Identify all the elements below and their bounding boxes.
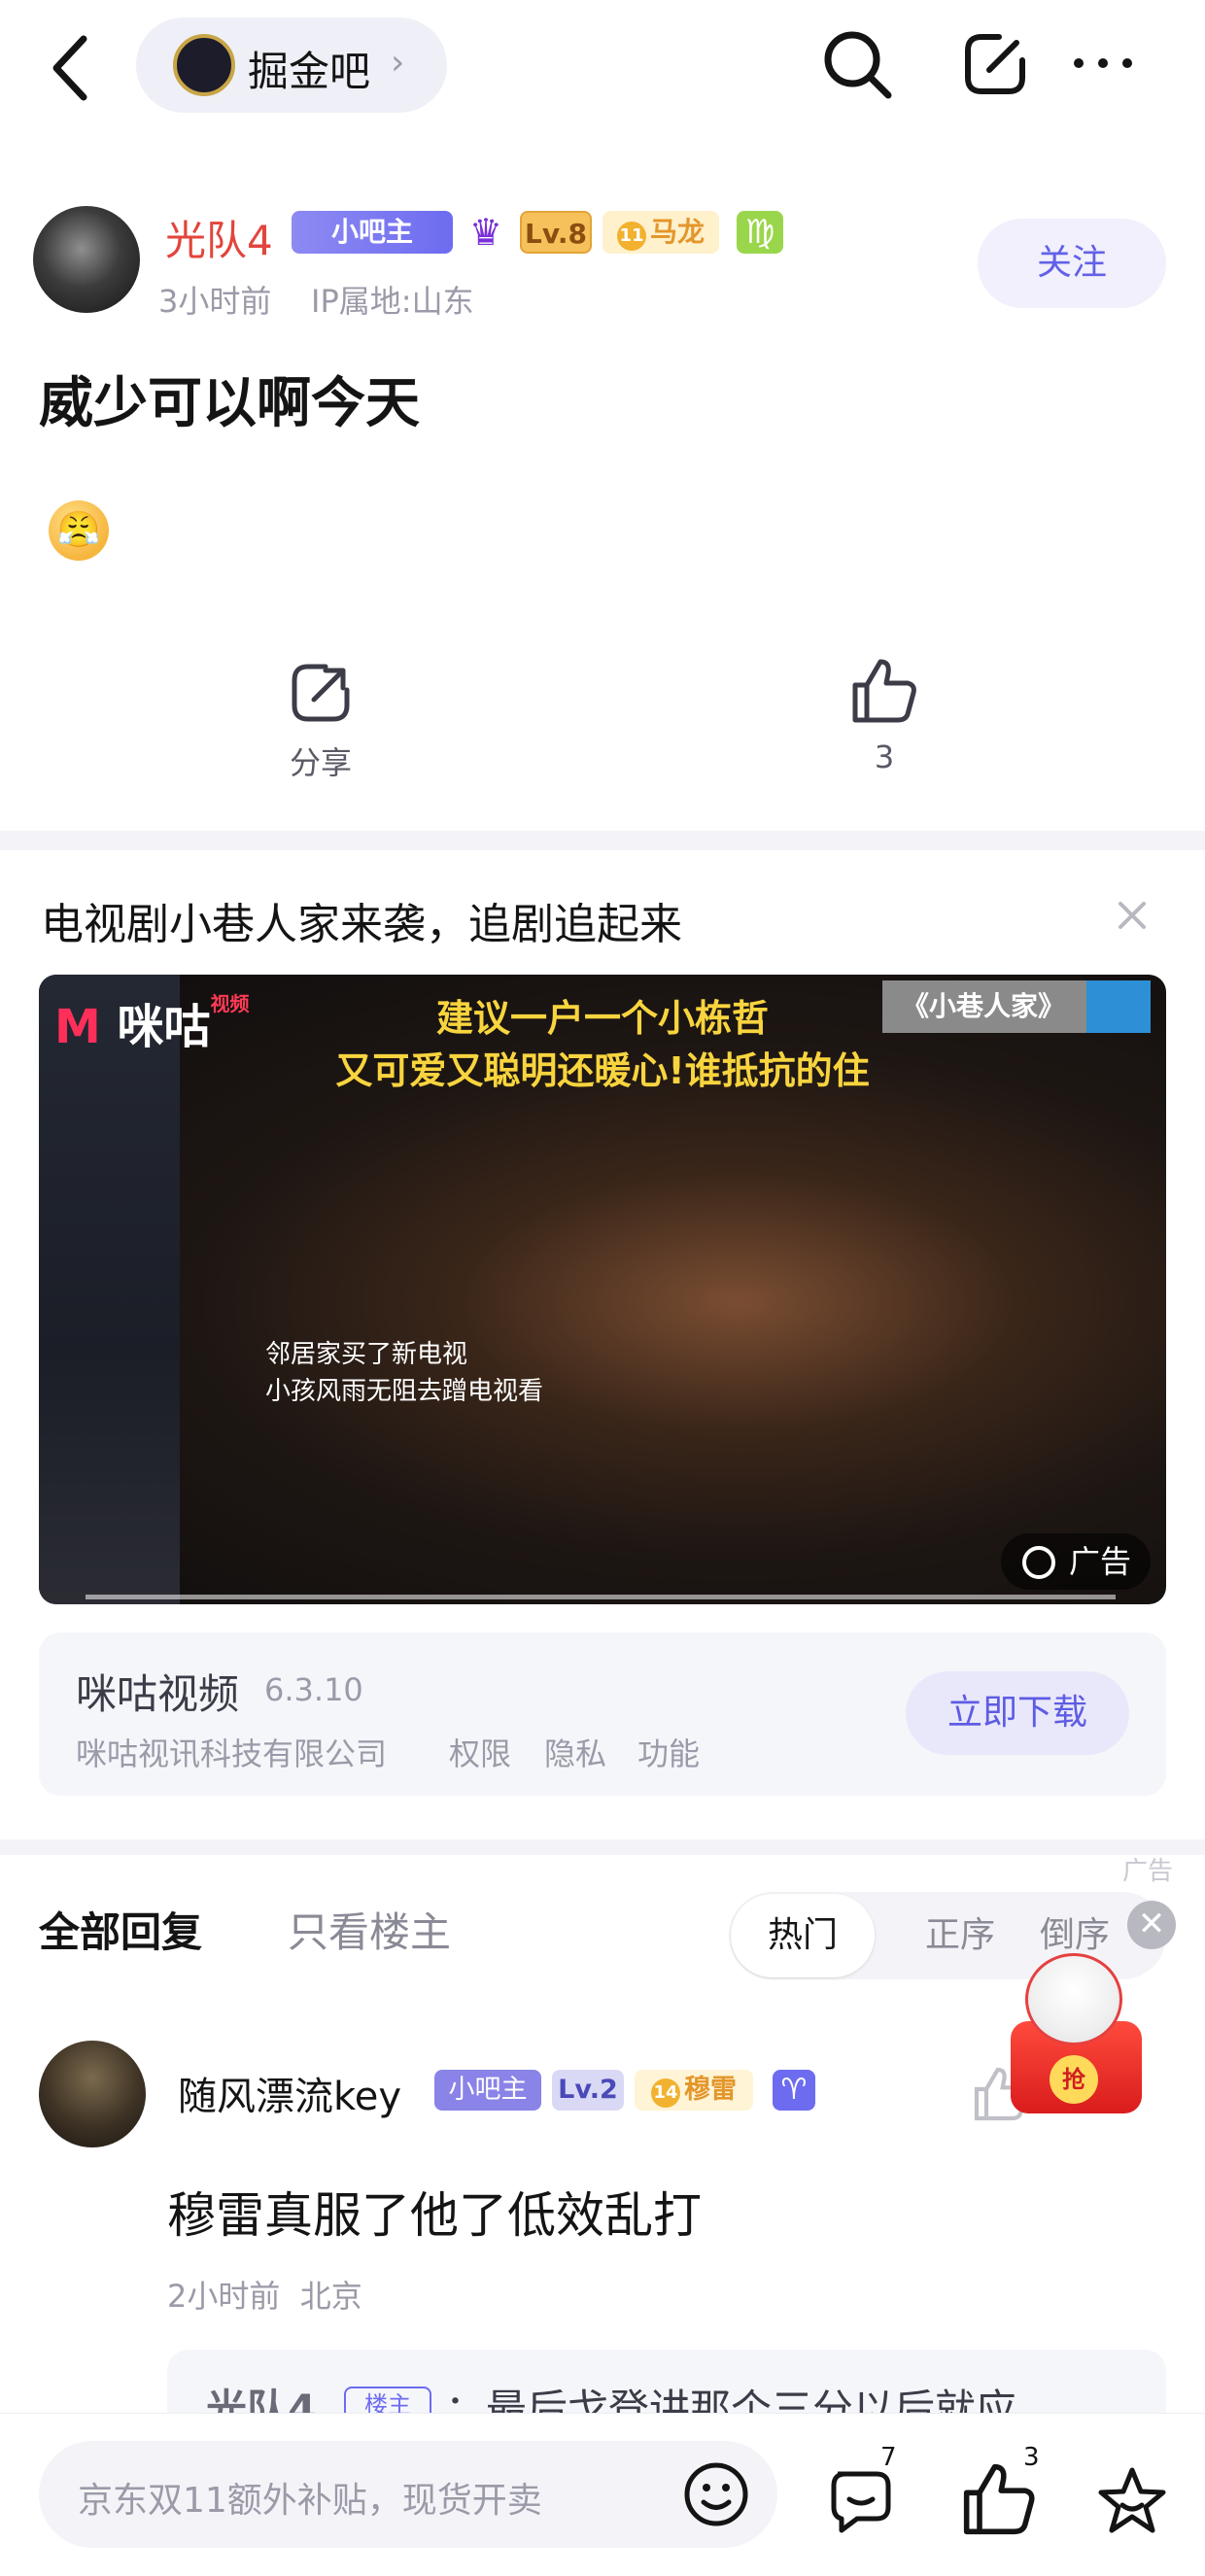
search-icon[interactable] <box>818 25 896 103</box>
ad-privacy-link[interactable]: 隐私 <box>544 1730 606 1774</box>
close-icon[interactable] <box>1113 896 1152 935</box>
forum-name: 掘金吧 <box>248 48 371 95</box>
edit-icon[interactable] <box>960 29 1030 99</box>
level-badge: Lv.8 <box>520 211 592 254</box>
team-badge-num: 11 <box>616 222 646 251</box>
ad-small-label: 广告 <box>1122 1857 1174 1886</box>
team-badge: 11 马龙 <box>602 211 719 254</box>
team-badge-num: 14 <box>651 2078 680 2108</box>
download-button[interactable]: 立即下载 <box>906 1671 1129 1755</box>
author-avatar[interactable] <box>33 206 140 313</box>
ad-app-version: 6.3.10 <box>264 1671 363 1708</box>
reply-avatar[interactable] <box>39 2041 146 2147</box>
ad-badge-label: 广告 <box>1069 1543 1132 1580</box>
section-divider <box>0 831 1205 850</box>
ad-badge-icon <box>1022 1546 1055 1579</box>
comment-placeholder: 京东双11额外补贴，现货开卖 <box>78 2481 542 2521</box>
thumbs-up-icon <box>849 656 919 726</box>
ad-badge: 广告 <box>1001 1533 1151 1590</box>
ad-video[interactable]: M 咪咕视频 建议一户一个小栋哲 又可爱又聪明还暖心!谁抵抗的住 《小巷人家》 … <box>39 975 1166 1604</box>
ad-title[interactable]: 电视剧小巷人家来袭，追剧追起来 <box>41 889 682 951</box>
comment-input[interactable]: 京东双11额外补贴，现货开卖 <box>39 2441 777 2548</box>
reply-author-name[interactable]: 随风漂流key <box>178 2065 401 2121</box>
owner-badge: 小吧主 <box>434 2070 541 2111</box>
like-button[interactable]: 3 <box>826 656 943 787</box>
video-subtitle-line1: 邻居家买了新电视 <box>265 1340 468 1369</box>
emoji-icon[interactable] <box>680 2458 752 2530</box>
follow-button[interactable]: 关注 <box>978 219 1166 308</box>
video-caption-line2: 又可爱又聪明还暖心!谁抵抗的住 <box>335 1049 870 1092</box>
back-arrow-icon[interactable] <box>39 29 107 107</box>
red-envelope-promo[interactable]: 抢 <box>991 1953 1147 2113</box>
author-name[interactable]: 光队4 <box>165 208 273 267</box>
share-icon <box>289 661 353 725</box>
crown-icon: ♛ <box>468 211 503 254</box>
bar-like-count: 3 <box>1023 2443 1040 2472</box>
promo-coin: 抢 <box>1050 2055 1098 2104</box>
level-badge: Lv.2 <box>552 2070 624 2111</box>
bottom-bar: 京东双11额外补贴，现货开卖 7 3 <box>0 2413 1205 2576</box>
comment-count: 7 <box>880 2443 897 2472</box>
forum-logo-icon <box>173 34 235 96</box>
reply-meta: 2小时前 北京 <box>167 2278 362 2315</box>
ad-company: 咪咕视讯科技有限公司 <box>76 1735 388 1772</box>
video-progress-bar <box>86 1595 1116 1599</box>
video-caption-line1: 建议一户一个小栋哲 <box>435 997 769 1040</box>
video-subtitle-line2: 小孩风雨无阻去蹭电视看 <box>265 1377 544 1406</box>
star-icon[interactable] <box>1093 2462 1171 2540</box>
owner-badge: 小吧主 <box>292 211 453 254</box>
comment-icon[interactable] <box>824 2462 902 2540</box>
video-tag-accent <box>1086 980 1151 1033</box>
post-meta: 3小时前 IP属地:山东 <box>158 283 474 320</box>
tab-owner-only[interactable]: 只看楼主 <box>288 1900 451 1959</box>
share-button[interactable]: 分享 <box>262 661 379 787</box>
team-badge-label: 马龙 <box>649 216 705 248</box>
ad-permissions-link[interactable]: 权限 <box>449 1730 511 1774</box>
share-label: 分享 <box>289 744 352 781</box>
promo-close-icon[interactable]: ✕ <box>1127 1901 1176 1949</box>
zodiac-badge: ♍ <box>737 211 783 254</box>
forum-pill[interactable]: 掘金吧 › <box>136 17 447 113</box>
team-badge-label: 穆雷 <box>684 2075 737 2105</box>
sort-hot-button[interactable]: 热门 <box>731 1894 875 1977</box>
like-count: 3 <box>874 738 895 775</box>
ad-app-card[interactable]: 咪咕视频 6.3.10 咪咕视讯科技有限公司 权限 隐私 功能 立即下载 <box>39 1632 1166 1796</box>
section-divider <box>0 1839 1205 1855</box>
tab-all-replies[interactable]: 全部回复 <box>39 1900 202 1959</box>
more-icon[interactable] <box>1069 44 1137 83</box>
zodiac-badge: ♈ <box>773 2070 815 2111</box>
team-badge: 14 穆雷 <box>635 2070 753 2111</box>
reply-text: 穆雷真服了他了低效乱打 <box>167 2187 702 2244</box>
mascot-icon <box>1025 1953 1122 2045</box>
thumbs-up-icon[interactable] <box>960 2460 1038 2538</box>
top-bar: 掘金吧 › <box>0 0 1205 131</box>
ad-app-name: 咪咕视频 <box>76 1670 240 1718</box>
chevron-right-icon: › <box>391 43 405 83</box>
emoji-sticker: 😤 <box>49 500 109 561</box>
video-left-panel <box>39 975 180 1604</box>
ad-features-link[interactable]: 功能 <box>637 1730 700 1774</box>
post-title: 威少可以啊今天 <box>39 372 420 435</box>
